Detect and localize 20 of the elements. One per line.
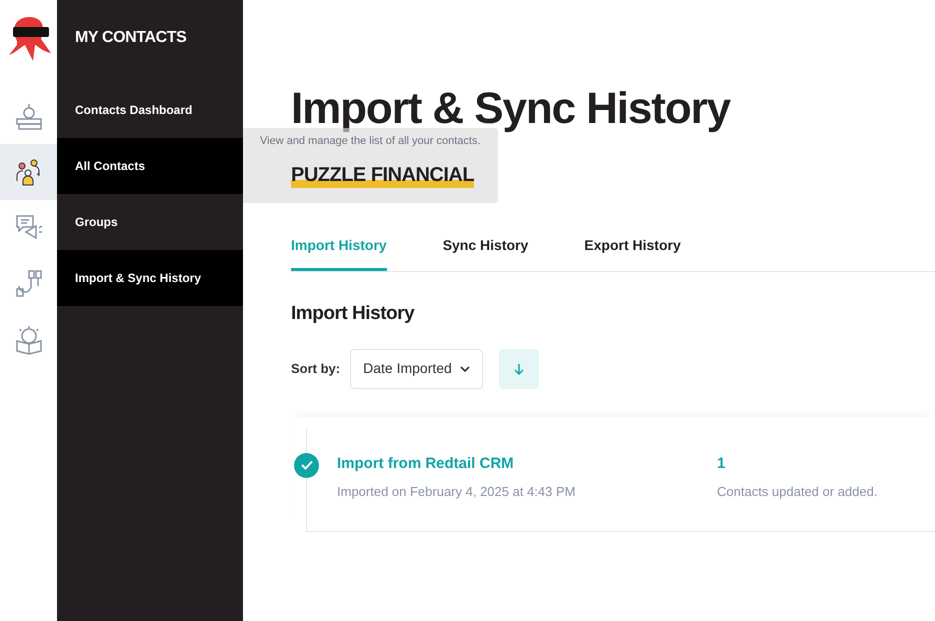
section-title: Import History: [291, 302, 416, 326]
sort-label: Sort by:: [291, 360, 340, 378]
books-icon: [14, 101, 44, 131]
cables-icon: [14, 269, 44, 299]
sidebar-item[interactable]: Contacts Dashboard: [57, 82, 243, 138]
sort-direction-button[interactable]: [499, 348, 540, 388]
import-date: Imported on February 4, 2025 at 4:43 PM: [337, 482, 576, 501]
chevron-down-icon: [460, 366, 470, 372]
sort-dropdown[interactable]: Date Imported: [350, 348, 484, 388]
count-label: Contacts updated or added.: [717, 482, 878, 501]
contact-count: 1: [717, 454, 726, 474]
sidebar-item[interactable]: All Contacts: [57, 138, 243, 194]
sidebar-title: MY CONTACTS: [74, 28, 188, 48]
tab[interactable]: Export History: [584, 233, 681, 271]
page-title: Import & Sync History: [291, 83, 732, 135]
sidebar-item[interactable]: Import & Sync History: [57, 250, 243, 306]
arrow-down-icon: [514, 362, 524, 374]
tab[interactable]: Sync History: [442, 233, 528, 271]
sidebar-item[interactable]: Groups: [57, 194, 243, 250]
rail-item[interactable]: [0, 144, 57, 200]
